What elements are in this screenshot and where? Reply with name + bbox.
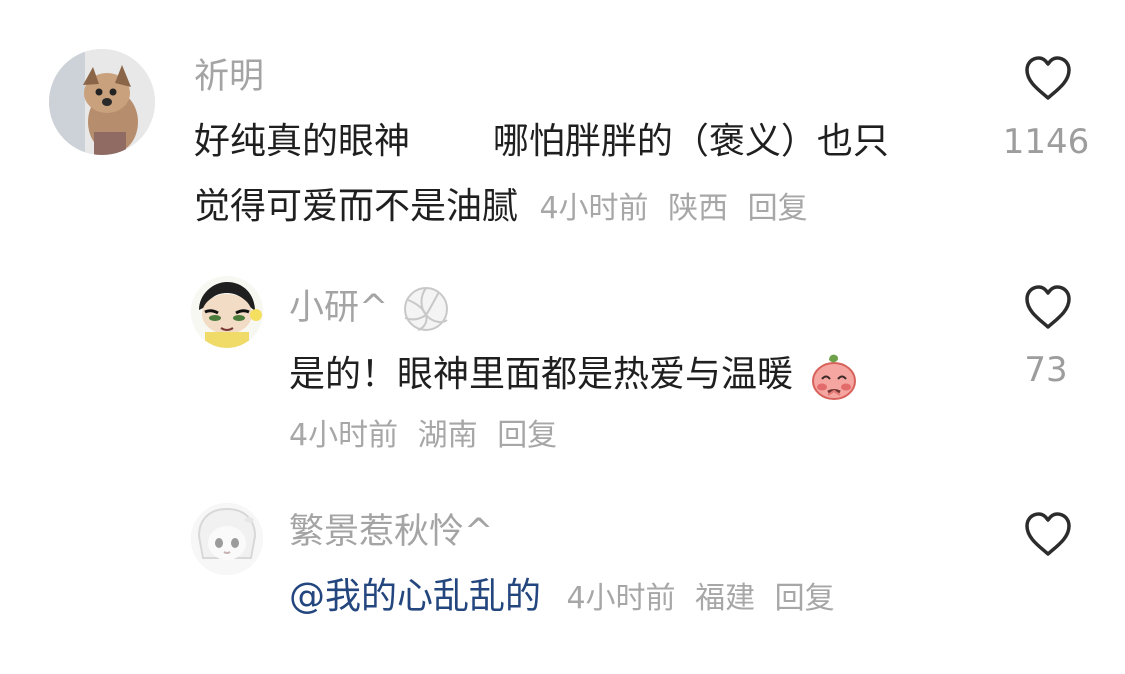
reply-username[interactable]: 繁景惹秋怜^: [289, 511, 493, 553]
reply-location: 福建: [695, 581, 756, 616]
reply-meta: 4小时前 福建 回复: [566, 581, 844, 616]
anime-girl-avatar-icon: [191, 503, 263, 575]
heart-icon[interactable]: [1023, 511, 1073, 557]
reply-text-line: @我的心乱乱的 4小时前 福建 回复: [289, 575, 845, 619]
reply-item: 繁景惹秋怜^ @我的心乱乱的 4小时前 福建 回复: [0, 0, 1125, 674]
reply-time: 4小时前: [566, 581, 676, 616]
mention-link[interactable]: @我的心乱乱的: [289, 576, 541, 617]
avatar[interactable]: [191, 503, 263, 575]
reply-button[interactable]: 回复: [775, 581, 835, 616]
